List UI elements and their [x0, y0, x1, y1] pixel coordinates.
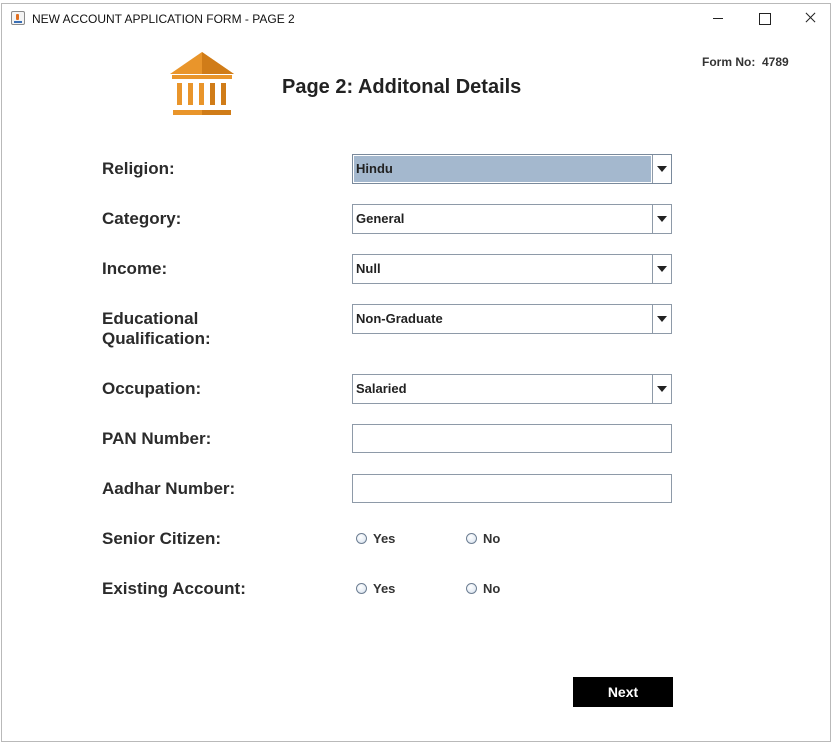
title-bar[interactable]: NEW ACCOUNT APPLICATION FORM - PAGE 2	[2, 4, 830, 32]
pan-input[interactable]	[352, 424, 672, 453]
category-selected-value: General	[356, 211, 405, 226]
category-chevron-down-icon[interactable]	[652, 205, 671, 233]
existing-account-no-radio[interactable]	[466, 583, 477, 594]
existing-account-yes-label[interactable]: Yes	[373, 582, 395, 596]
income-dropdown[interactable]: Null	[352, 254, 672, 284]
application-window: NEW ACCOUNT APPLICATION FORM - PAGE 2 Fo…	[1, 3, 831, 742]
education-chevron-down-icon[interactable]	[652, 305, 671, 333]
window-title: NEW ACCOUNT APPLICATION FORM - PAGE 2	[32, 12, 295, 26]
java-app-icon	[11, 11, 25, 25]
aadhar-label: Aadhar Number:	[102, 479, 236, 498]
education-label-line2: Qualification:	[102, 329, 211, 348]
religion-dropdown[interactable]: Hindu	[352, 154, 672, 184]
aadhar-input[interactable]	[352, 474, 672, 503]
religion-chevron-down-icon[interactable]	[652, 155, 671, 183]
category-dropdown[interactable]: General	[352, 204, 672, 234]
senior-citizen-yes-label[interactable]: Yes	[373, 532, 395, 546]
income-chevron-down-icon[interactable]	[652, 255, 671, 283]
income-selected-value: Null	[356, 261, 381, 276]
pan-label: PAN Number:	[102, 429, 212, 448]
existing-account-label: Existing Account:	[102, 579, 246, 598]
occupation-chevron-down-icon[interactable]	[652, 375, 671, 403]
next-button[interactable]: Next	[573, 677, 673, 707]
form-number-label: Form No:	[702, 55, 756, 69]
occupation-label: Occupation:	[102, 379, 202, 398]
occupation-dropdown[interactable]: Salaried	[352, 374, 672, 404]
minimize-button[interactable]	[695, 4, 741, 32]
page-title: Page 2: Additonal Details	[282, 76, 522, 98]
income-label: Income:	[102, 259, 168, 278]
religion-label: Religion:	[102, 159, 175, 178]
senior-citizen-label: Senior Citizen:	[102, 529, 222, 548]
category-label: Category:	[102, 209, 182, 228]
education-label: Educational Qualification:	[102, 309, 211, 349]
bank-building-icon	[170, 52, 234, 115]
education-selected-value: Non-Graduate	[356, 311, 443, 326]
occupation-selected-value: Salaried	[356, 381, 407, 396]
existing-account-yes-radio[interactable]	[356, 583, 367, 594]
existing-account-no-label[interactable]: No	[483, 582, 500, 596]
senior-citizen-no-label[interactable]: No	[483, 532, 500, 546]
close-button[interactable]	[787, 4, 832, 32]
education-label-line1: Educational	[102, 309, 199, 328]
senior-citizen-yes-radio[interactable]	[356, 533, 367, 544]
senior-citizen-no-radio[interactable]	[466, 533, 477, 544]
maximize-button[interactable]	[741, 4, 787, 32]
religion-selected-value: Hindu	[354, 156, 651, 182]
education-dropdown[interactable]: Non-Graduate	[352, 304, 672, 334]
form-number-value: 4789	[762, 55, 789, 69]
